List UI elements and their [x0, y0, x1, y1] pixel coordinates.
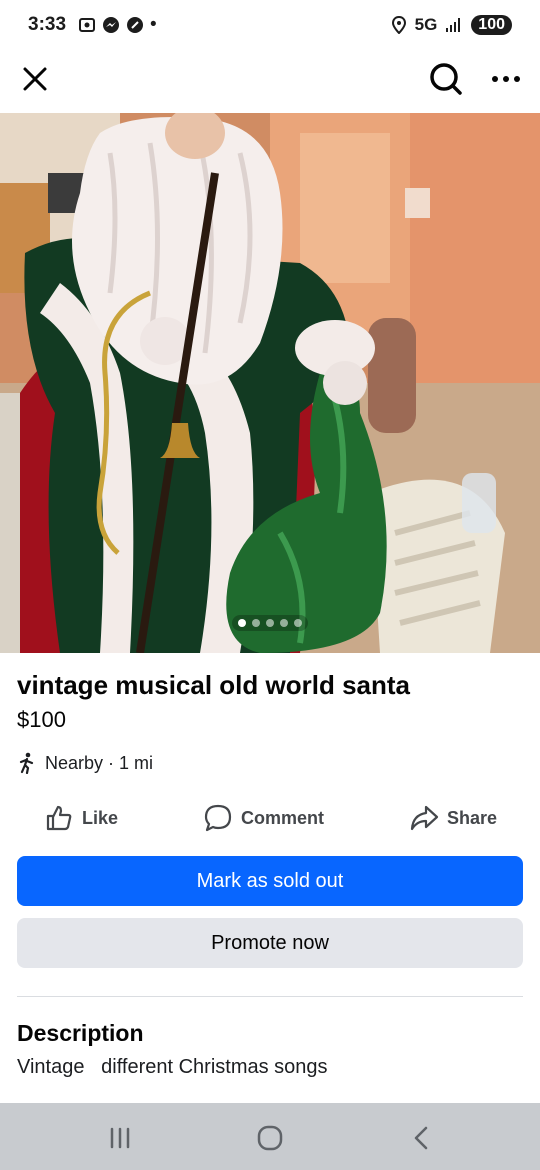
- promote-now-button[interactable]: Promote now: [17, 918, 523, 968]
- listing-photo[interactable]: [0, 113, 540, 653]
- location-icon: [391, 16, 406, 34]
- link-icon: [127, 17, 144, 33]
- carousel-dot: [280, 619, 288, 627]
- top-bar: [0, 50, 540, 112]
- listing-title: vintage musical old world santa: [17, 670, 410, 700]
- photo-carousel-dots: [232, 615, 308, 631]
- status-time: 3:33: [28, 14, 67, 35]
- santa-figure-image: [0, 113, 540, 653]
- share-arrow-icon: [410, 805, 439, 831]
- more-options-icon[interactable]: [488, 62, 524, 96]
- messenger-icon: [103, 17, 120, 33]
- search-icon[interactable]: [426, 59, 466, 99]
- status-right: 5G 100: [391, 15, 512, 35]
- like-label: Like: [82, 807, 119, 828]
- thumbs-up-icon: [46, 805, 72, 831]
- carousel-dot: [252, 619, 260, 627]
- comment-icon: [204, 804, 232, 832]
- back-icon[interactable]: [404, 1121, 438, 1155]
- description-heading: Description: [17, 1020, 144, 1046]
- distance-label: Nearby · 1 mi: [45, 752, 154, 773]
- screenshot-icon: [79, 18, 96, 32]
- network-label: 5G: [414, 15, 438, 34]
- recent-apps-icon[interactable]: [103, 1121, 137, 1155]
- carousel-dot: [266, 619, 274, 627]
- carousel-dot-active: [238, 619, 246, 627]
- listing-price: $100: [17, 707, 66, 732]
- battery-indicator: 100: [471, 15, 512, 35]
- divider: [17, 996, 523, 997]
- like-button[interactable]: Like: [44, 798, 118, 838]
- signal-icon: [446, 18, 461, 32]
- action-row: Like Comment Share: [0, 798, 540, 838]
- comment-button[interactable]: Comment: [203, 798, 324, 838]
- status-bar: 3:33 • 5G 100: [0, 0, 540, 50]
- close-icon[interactable]: [18, 62, 52, 96]
- share-label: Share: [447, 807, 498, 828]
- carousel-dot: [294, 619, 302, 627]
- share-button[interactable]: Share: [409, 798, 497, 838]
- home-icon[interactable]: [253, 1121, 287, 1155]
- mark-as-sold-button[interactable]: Mark as sold out: [17, 856, 523, 906]
- comment-label: Comment: [241, 807, 325, 828]
- dot-icon: •: [150, 14, 157, 35]
- system-nav-bar: [0, 1103, 540, 1170]
- listing-distance: Nearby · 1 mi: [17, 752, 153, 774]
- description-text: Vintage different Christmas songs: [17, 1056, 328, 1078]
- notification-icons: •: [78, 14, 157, 36]
- walking-icon: [19, 752, 34, 774]
